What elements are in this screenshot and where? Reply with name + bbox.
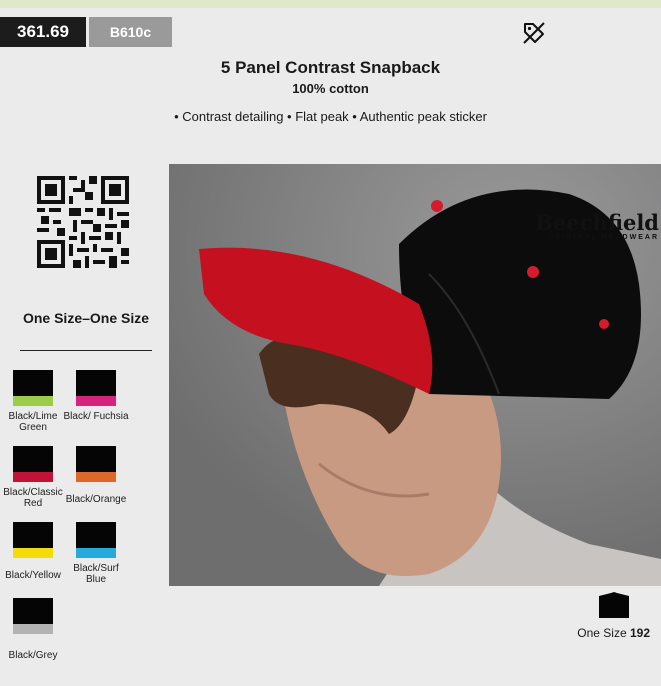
price-badge: 361.69 [0,17,86,47]
swatch-accent [13,472,53,482]
swatch-label: Black/Surf Blue [73,563,119,585]
swatch-accent [13,548,53,558]
swatch-label: Black/Lime Green [8,411,58,433]
swatch-accent [13,624,53,634]
swatch-label: Black/ Fuchsia [63,411,129,422]
no-discount-tag-icon [523,22,545,44]
size-divider [20,350,152,351]
swatch-label: Black/Classic Red [3,487,63,509]
brand-name: Beechfield [535,210,659,235]
swatch-accent [13,396,53,406]
size-availability-count: 192 [629,626,650,640]
size-heading: One Size–One Size [22,310,150,326]
product-title: 5 Panel Contrast Snapback [220,58,441,77]
product-features: • Contrast detailing • Flat peak • Authe… [174,109,487,124]
size-availability: One Size 192 [540,626,650,640]
sku-badge: B610c [89,17,172,47]
swatch-label: Black/Grey [8,650,58,661]
swatch-accent [76,548,116,558]
top-accent-stripe [0,0,661,8]
swatch-label: Black/Orange [65,494,127,505]
brand-subtitle: ORIGINAL HEADWEAR [547,234,659,241]
swatch-accent [76,472,116,482]
brand-logo: Beechfield ORIGINAL HEADWEAR [513,210,659,244]
cap-size-icon [599,592,629,618]
product-material: 100% cotton [292,81,369,96]
qr-code [37,176,129,268]
swatch-label: Black/Yellow [5,570,61,581]
swatch-accent [76,396,116,406]
size-availability-label: One Size [577,626,627,640]
